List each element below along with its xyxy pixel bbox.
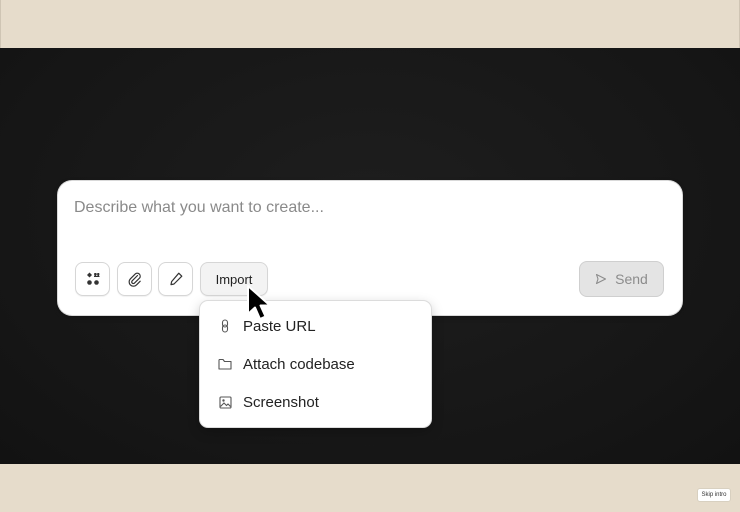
prompt-input[interactable] xyxy=(74,199,634,239)
send-label: Send xyxy=(615,271,648,287)
components-button[interactable] xyxy=(75,262,110,296)
draw-button[interactable] xyxy=(158,262,193,296)
import-dropdown-menu: Paste URL Attach codebase Screenshot xyxy=(200,301,431,427)
folder-icon xyxy=(218,357,232,371)
link-icon xyxy=(218,319,232,333)
mouse-pointer-icon xyxy=(247,285,271,320)
skip-intro-button[interactable]: Skip intro xyxy=(697,488,731,502)
menu-item-attach-codebase[interactable]: Attach codebase xyxy=(200,345,431,383)
menu-item-label: Attach codebase xyxy=(243,355,355,373)
send-button[interactable]: Send xyxy=(579,261,664,297)
pencil-icon xyxy=(169,272,182,286)
image-icon xyxy=(218,395,232,409)
attach-button[interactable] xyxy=(117,262,152,296)
send-icon xyxy=(596,273,607,285)
menu-item-screenshot[interactable]: Screenshot xyxy=(200,383,431,421)
paperclip-icon xyxy=(128,272,141,287)
menu-item-label: Screenshot xyxy=(243,393,319,411)
bottom-band xyxy=(0,464,740,512)
prompt-composer: Import Send xyxy=(58,181,682,315)
menu-item-paste-url[interactable]: Paste URL xyxy=(200,307,431,345)
components-icon xyxy=(86,272,99,285)
top-band xyxy=(0,0,740,48)
